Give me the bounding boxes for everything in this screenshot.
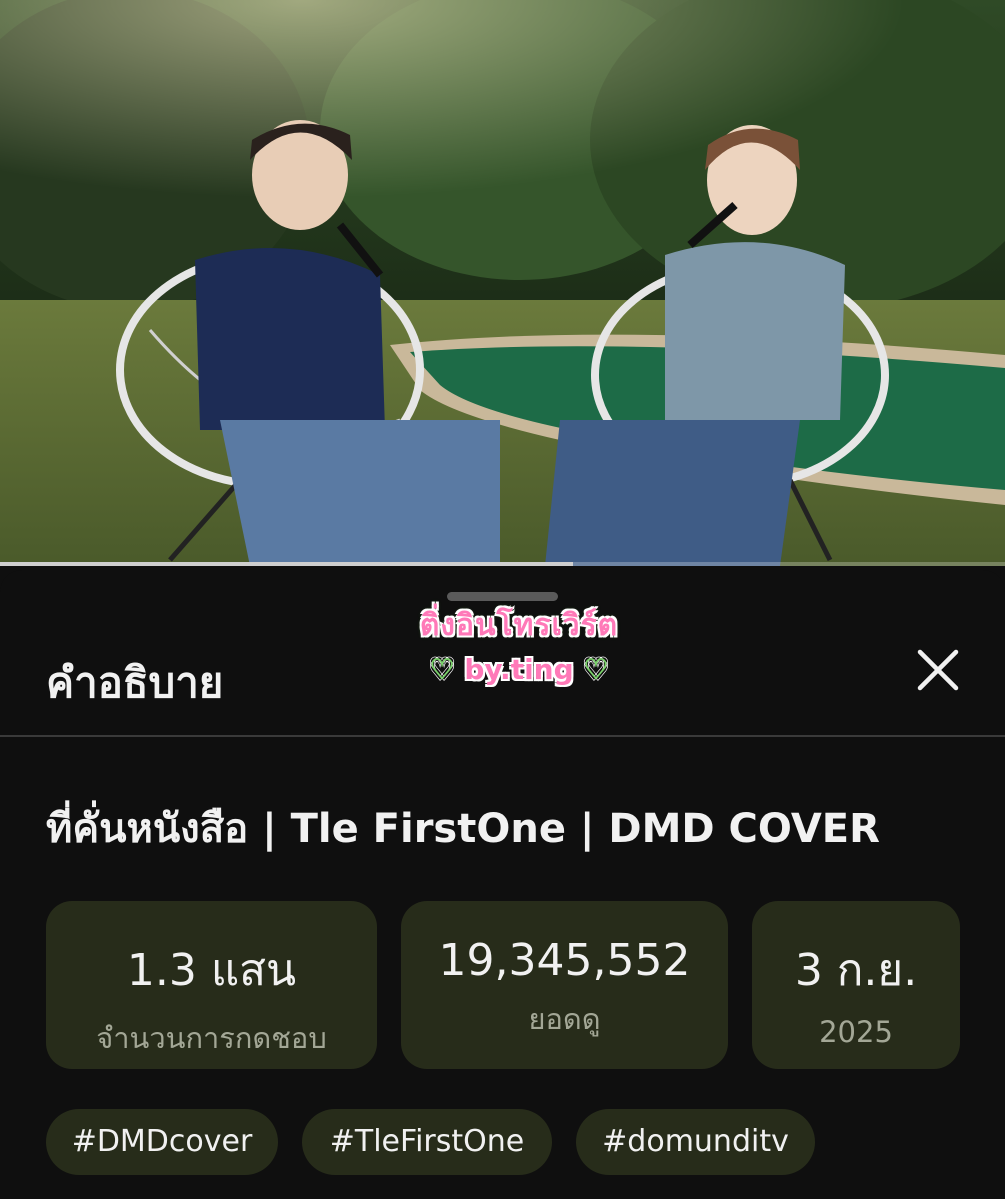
views-count: 19,345,552 — [438, 935, 691, 986]
video-frame — [0, 0, 1005, 566]
upload-date: 3 ก.ย. — [794, 945, 918, 996]
description-sheet: คำอธิบาย ติ่งอินโทรเวิร์ต ♡ by.ting ♡ ที… — [0, 570, 1005, 1199]
close-icon — [917, 649, 959, 691]
video-title: ที่คั่นหนังสือ | Tle FirstOne | DMD COVE… — [46, 806, 880, 852]
watermark-signature: ♡ by.ting ♡ — [404, 653, 634, 687]
video-progress-fill — [0, 562, 573, 566]
views-label: ยอดดู — [528, 1002, 601, 1036]
drag-handle[interactable] — [447, 592, 558, 601]
watermark-overlay: ติ่งอินโทรเวิร์ต ♡ by.ting ♡ — [404, 602, 634, 687]
likes-stat: 1.3 แสน จำนวนการกดชอบ — [46, 901, 377, 1069]
sheet-title: คำอธิบาย — [46, 658, 224, 707]
likes-label: จำนวนการกดชอบ — [96, 1021, 327, 1055]
heart-icon: ♡ — [583, 653, 609, 687]
video-player[interactable] — [0, 0, 1005, 566]
hashtag-chip[interactable]: #domunditv — [576, 1109, 815, 1175]
watermark-signature-text: by.ting — [464, 653, 574, 686]
hashtag-chip[interactable]: #DMDcover — [46, 1109, 278, 1175]
divider — [0, 735, 1005, 737]
views-stat: 19,345,552 ยอดดู — [401, 901, 728, 1069]
watermark-text: ติ่งอินโทรเวิร์ต — [419, 608, 619, 643]
hashtag-chip[interactable]: #TleFirstOne — [302, 1109, 552, 1175]
upload-date-stat: 3 ก.ย. 2025 — [752, 901, 960, 1069]
close-button[interactable] — [912, 644, 964, 696]
upload-year: 2025 — [819, 1015, 893, 1049]
heart-icon: ♡ — [429, 653, 455, 687]
likes-count: 1.3 แสน — [126, 945, 297, 996]
video-progress-bar[interactable] — [0, 562, 1005, 566]
